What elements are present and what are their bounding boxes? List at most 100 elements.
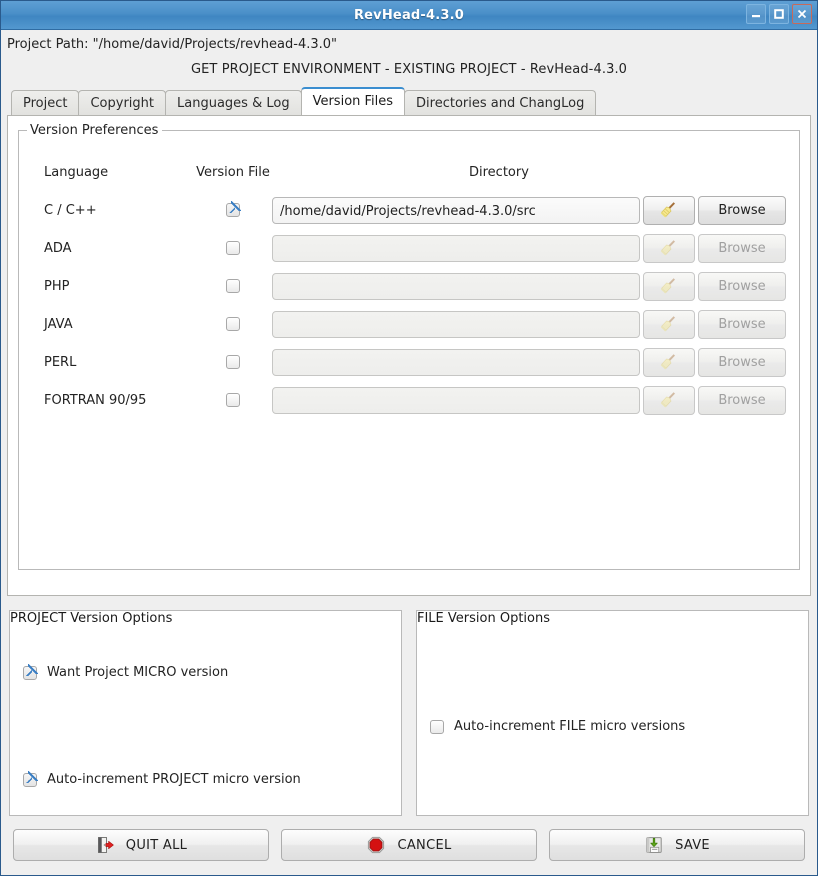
browse-button-perl[interactable]: Browse xyxy=(698,347,786,377)
auto-increment-project-micro-version-checkbox[interactable] xyxy=(23,770,38,787)
directory-cell: Browse xyxy=(272,233,799,263)
minimize-button[interactable] xyxy=(746,4,766,24)
version-file-checkbox-java[interactable] xyxy=(226,317,240,331)
version-file-checkbox-php[interactable] xyxy=(226,279,240,293)
project-path-label: Project Path: "/home/david/Projects/revh… xyxy=(7,37,338,52)
close-button[interactable] xyxy=(792,4,812,24)
language-label-perl: PERL xyxy=(44,354,77,370)
version-file-checkbox-ada[interactable] xyxy=(226,241,240,255)
quit-all-button[interactable]: QUIT ALL xyxy=(13,829,269,861)
clear-directory-button-perl[interactable] xyxy=(643,347,695,377)
browse-button-fortran[interactable]: Browse xyxy=(698,385,786,415)
version-preferences-group: Version Preferences Language Version Fil… xyxy=(18,123,800,570)
close-icon xyxy=(797,9,807,19)
version-file-checkbox-fortran[interactable] xyxy=(226,393,240,407)
minimize-icon xyxy=(752,15,760,18)
directory-input-php[interactable] xyxy=(272,272,640,300)
version-file-checkbox-cell xyxy=(194,355,272,369)
table-row: FORTRAN 90/95 Browse xyxy=(19,381,799,419)
language-label-php: PHP xyxy=(44,278,70,294)
title-bar: RevHead-4.3.0 xyxy=(1,1,817,30)
save-label: SAVE xyxy=(675,837,710,853)
cancel-button[interactable]: CANCEL xyxy=(281,829,537,861)
exit-door-icon xyxy=(95,835,115,855)
header-area: Project Path: "/home/david/Projects/revh… xyxy=(1,30,817,77)
window-title: RevHead-4.3.0 xyxy=(353,7,465,23)
directory-cell: Browse xyxy=(272,309,799,339)
column-header-directory: Directory xyxy=(469,164,529,180)
directory-cell: Browse xyxy=(272,385,799,415)
auto-increment-file-micro-versions-checkbox[interactable] xyxy=(430,719,444,734)
directory-input-java[interactable] xyxy=(272,310,640,338)
tab-content-version-files: Version Preferences Language Version Fil… xyxy=(7,115,811,596)
project-version-options-title: PROJECT Version Options xyxy=(10,611,173,626)
table-row: ADA Browse xyxy=(19,229,799,267)
window-controls xyxy=(746,4,812,24)
table-row: C / C++ /home/david/Projects/revhead-4.3… xyxy=(19,191,799,229)
quit-all-label: QUIT ALL xyxy=(125,837,188,853)
broom-icon xyxy=(660,278,675,294)
language-label-java: JAVA xyxy=(44,316,73,332)
tab-directories-and-changlog[interactable]: Directories and ChangLog xyxy=(404,90,597,115)
browse-button-ada[interactable]: Browse xyxy=(698,233,786,263)
broom-icon xyxy=(660,202,675,218)
file-version-options-group: FILE Version Options Auto-increment FILE… xyxy=(416,610,809,816)
bottom-button-bar: QUIT ALL CANCEL SAVE xyxy=(1,816,817,875)
tab-languages-and-log[interactable]: Languages & Log xyxy=(165,90,302,115)
clear-directory-button-fortran[interactable] xyxy=(643,385,695,415)
language-label-ada: ADA xyxy=(44,240,72,256)
floppy-save-icon xyxy=(644,835,664,855)
maximize-button[interactable] xyxy=(769,4,789,24)
browse-button-java[interactable]: Browse xyxy=(698,309,786,339)
directory-input-c-cpp[interactable]: /home/david/Projects/revhead-4.3.0/src xyxy=(272,196,640,224)
save-button[interactable]: SAVE xyxy=(549,829,805,861)
application-window: RevHead-4.3.0 Project Path: "/home/david… xyxy=(0,0,818,876)
cancel-label: CANCEL xyxy=(397,837,452,853)
browse-button-c-cpp[interactable]: Browse xyxy=(698,195,786,225)
broom-icon xyxy=(660,354,675,370)
version-file-checkbox-cell xyxy=(194,201,272,217)
option-label: Auto-increment PROJECT micro version xyxy=(47,772,301,787)
directory-input-ada[interactable] xyxy=(272,234,640,262)
screen-title: GET PROJECT ENVIRONMENT - EXISTING PROJE… xyxy=(190,62,628,77)
broom-icon xyxy=(660,316,675,332)
column-header-version-file: Version File xyxy=(196,164,270,180)
version-file-checkbox-cell xyxy=(194,279,272,293)
project-version-options-group: PROJECT Version Options Want Project MIC… xyxy=(9,610,402,816)
option-auto-increment-project-micro-version[interactable]: Auto-increment PROJECT micro version xyxy=(23,770,301,787)
option-want-project-micro-version[interactable]: Want Project MICRO version xyxy=(23,663,229,680)
clear-directory-button-ada[interactable] xyxy=(643,233,695,263)
version-file-checkbox-cell xyxy=(194,317,272,331)
language-label-c-cpp: C / C++ xyxy=(44,202,97,218)
want-project-micro-version-checkbox[interactable] xyxy=(23,663,38,680)
tab-bar: Project Copyright Languages & Log Versio… xyxy=(1,77,817,115)
version-preferences-title: Version Preferences xyxy=(27,123,163,138)
clear-directory-button-c-cpp[interactable] xyxy=(643,195,695,225)
column-header-language: Language xyxy=(44,164,109,180)
browse-button-php[interactable]: Browse xyxy=(698,271,786,301)
version-file-checkbox-cell xyxy=(194,241,272,255)
version-file-checkbox-c-cpp[interactable] xyxy=(226,201,241,217)
clear-directory-button-java[interactable] xyxy=(643,309,695,339)
table-header-row: Language Version File Directory xyxy=(19,153,799,191)
tab-version-files[interactable]: Version Files xyxy=(300,87,406,115)
directory-cell: Browse xyxy=(272,271,799,301)
tab-copyright[interactable]: Copyright xyxy=(78,90,167,115)
clear-directory-button-php[interactable] xyxy=(643,271,695,301)
tab-project[interactable]: Project xyxy=(11,90,80,115)
broom-icon xyxy=(660,392,675,408)
directory-input-fortran[interactable] xyxy=(272,386,640,414)
option-label: Want Project MICRO version xyxy=(47,665,229,680)
file-version-options-title: FILE Version Options xyxy=(417,611,550,626)
version-options-row: PROJECT Version Options Want Project MIC… xyxy=(1,596,817,816)
table-row: PERL Browse xyxy=(19,343,799,381)
version-preferences-table: Language Version File Directory C / C++ … xyxy=(19,131,799,419)
option-auto-increment-file-micro-versions[interactable]: Auto-increment FILE micro versions xyxy=(430,719,685,734)
version-file-checkbox-perl[interactable] xyxy=(226,355,240,369)
broom-icon xyxy=(660,240,675,256)
table-row: PHP Browse xyxy=(19,267,799,305)
language-label-fortran: FORTRAN 90/95 xyxy=(44,392,147,408)
option-label: Auto-increment FILE micro versions xyxy=(454,719,686,734)
directory-input-perl[interactable] xyxy=(272,348,640,376)
maximize-icon xyxy=(774,9,784,19)
